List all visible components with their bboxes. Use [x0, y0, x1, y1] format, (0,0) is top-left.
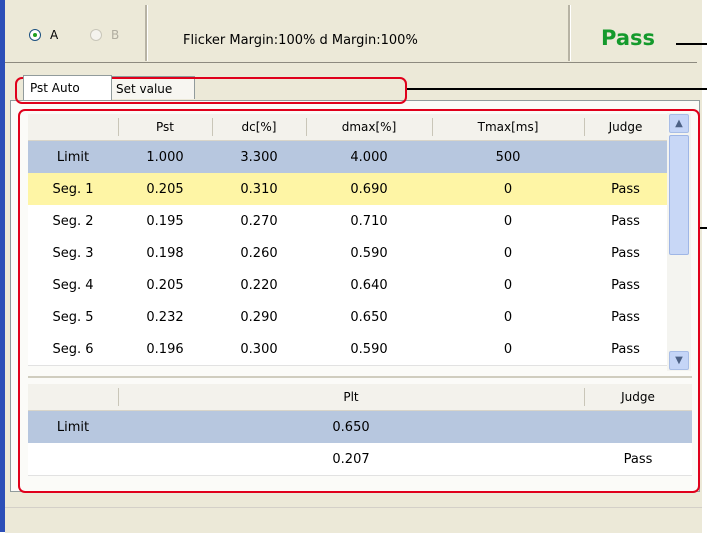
- header-divider: [5, 62, 697, 63]
- header-separator: [145, 5, 148, 61]
- radio-b-label: B: [111, 28, 120, 42]
- table-callout-box: [18, 109, 700, 493]
- radio-disabled-icon: [90, 29, 102, 41]
- result-leader-line: [676, 43, 707, 45]
- radio-a-label: A: [50, 28, 59, 42]
- margin-readout: Flicker Margin:100% d Margin:100%: [183, 33, 418, 48]
- radio-selected-icon: [29, 29, 41, 41]
- tab-pst-auto[interactable]: Pst Auto: [23, 75, 112, 100]
- header-separator: [568, 5, 571, 61]
- tabs-leader-line: [407, 88, 707, 90]
- table-leader-line: [700, 227, 707, 229]
- status-bar: [5, 507, 702, 533]
- radio-a[interactable]: A: [29, 28, 58, 42]
- overall-result: Pass: [601, 26, 655, 50]
- tab-label: Pst Auto: [30, 81, 80, 95]
- radio-b[interactable]: B: [90, 28, 119, 42]
